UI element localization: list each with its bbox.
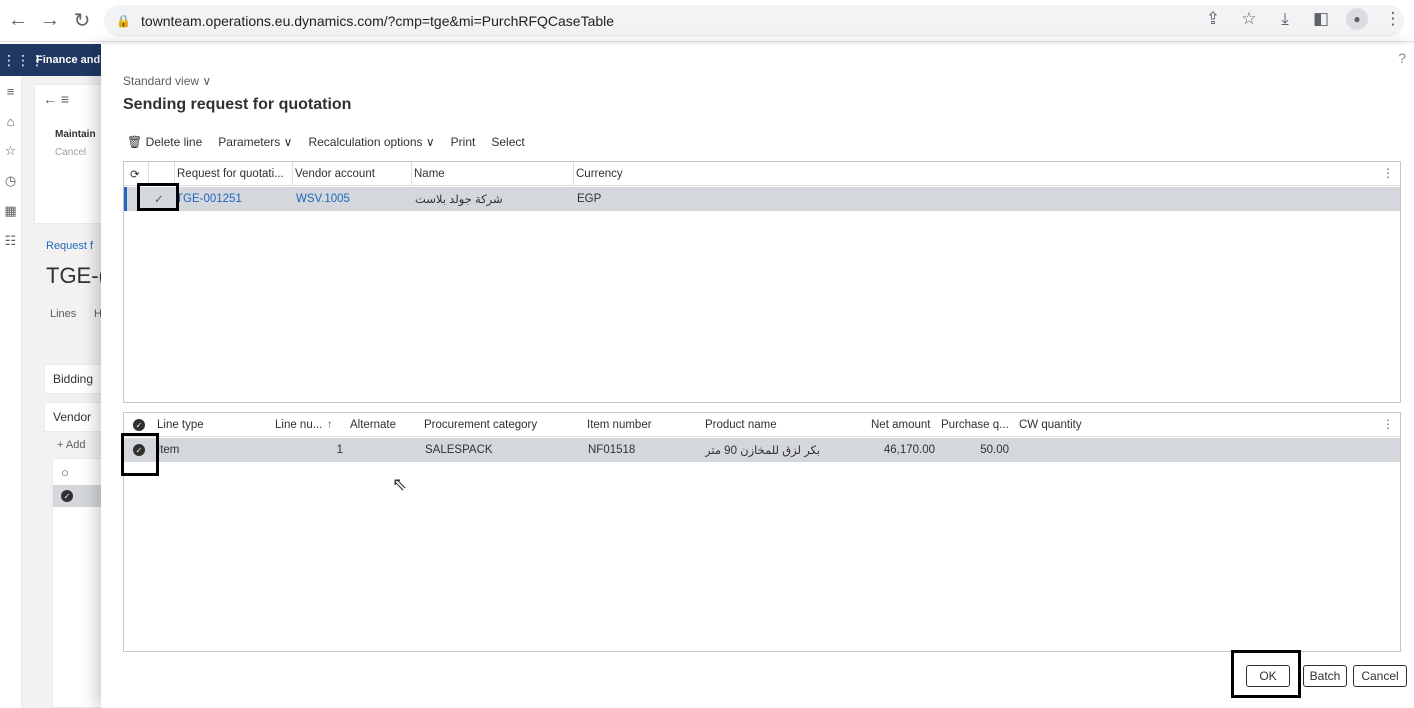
download-icon[interactable]: ⤓ — [1274, 9, 1296, 29]
dialog-title: Sending request for quotation — [123, 96, 352, 113]
col-procurement-category[interactable]: Procurement category — [424, 413, 579, 437]
col-item-number[interactable]: Item number — [587, 413, 697, 437]
rfq-send-dialog: ? Standard view ∨ Sending request for qu… — [101, 44, 1414, 708]
line-number: 1 — [336, 444, 343, 456]
parameters-button[interactable]: Parameters ∨ — [218, 135, 292, 149]
parameters-label: Parameters — [218, 135, 281, 149]
star-icon[interactable]: ☆ — [1238, 9, 1260, 29]
background-actionpane: ← ≡ Maintain Cancel — [34, 84, 102, 224]
recalculation-label: Recalculation options — [308, 135, 423, 149]
col-cw-quantity[interactable]: CW quantity — [1019, 413, 1099, 437]
menu-icon[interactable]: ⋮ — [1382, 9, 1404, 29]
col-net-amount[interactable]: Net amount — [871, 413, 939, 437]
view-selector-label: Standard view — [123, 74, 200, 88]
procurement-category: SALESPACK — [425, 444, 493, 456]
col-name[interactable]: Name — [411, 162, 573, 186]
view-selector[interactable]: Standard view ∨ — [123, 74, 211, 88]
chevron-down-icon: ∨ — [202, 74, 212, 88]
col-alternate[interactable]: Alternate — [350, 413, 420, 437]
reload-icon[interactable]: ↻ — [68, 7, 96, 35]
col-product-name[interactable]: Product name — [705, 413, 865, 437]
back-arrow-icon[interactable]: ← ≡ — [43, 91, 69, 107]
table-row[interactable]: ✓ Item 1 SALESPACK NF01518 بكر لزق للمخا… — [124, 438, 1400, 462]
lines-grid: ✓ Line type Line nu... ↑ Alternate Procu… — [123, 412, 1401, 652]
lock-icon: 🔒 — [116, 14, 131, 28]
vendor-account-link[interactable]: WSV.1005 — [296, 187, 410, 211]
delete-line-button[interactable]: 🗑 Delete line — [127, 135, 202, 149]
rfq-grid: ⟳ Request for quotati... Vendor account … — [123, 161, 1401, 403]
section-bidding[interactable]: Bidding — [44, 364, 102, 394]
rfq-grid-header: ⟳ Request for quotati... Vendor account … — [124, 162, 1400, 186]
col-vendor-account[interactable]: Vendor account — [292, 162, 410, 186]
delete-line-label: Delete line — [145, 135, 203, 149]
alternate — [350, 438, 420, 462]
recalculation-options-button[interactable]: Recalculation options ∨ — [308, 135, 434, 149]
section-vendor[interactable]: Vendor — [44, 402, 102, 432]
workspaces-icon[interactable]: ▦ — [0, 196, 21, 226]
breadcrumb[interactable]: Request f — [46, 240, 93, 252]
browser-actions: ⇪ ☆ ⤓ ◧ ● ⋮ — [1202, 8, 1404, 30]
table-row[interactable]: ✓ TGE-001251 WSV.1005 شركة جولد بلاست EG… — [124, 187, 1400, 211]
line-type: Item — [157, 444, 180, 456]
purchase-qty: 50.00 — [980, 444, 1009, 456]
trash-icon: 🗑 — [127, 135, 143, 149]
app-name: Finance and — [36, 54, 101, 66]
item-number: NF01518 — [588, 444, 636, 456]
dialog-toolbar: 🗑 Delete line Parameters ∨ Recalculation… — [127, 135, 525, 149]
app-launcher-icon[interactable]: ⋮⋮⋮ — [2, 52, 44, 69]
lines-grid-header: ✓ Line type Line nu... ↑ Alternate Procu… — [124, 413, 1400, 437]
radio-icon[interactable]: ○ — [61, 465, 69, 480]
select-button[interactable]: Select — [491, 135, 524, 149]
forward-icon[interactable]: → — [36, 7, 64, 35]
app-header: ⋮⋮⋮ Finance and — [0, 44, 110, 76]
record-title: TGE-( — [46, 263, 106, 288]
annotation-highlight — [121, 433, 159, 476]
hamburger-icon[interactable]: ≡ — [0, 76, 21, 106]
cancel-button[interactable]: Cancel — [1353, 665, 1407, 687]
currency: EGP — [577, 193, 602, 205]
chevron-down-icon: ∨ — [425, 135, 435, 149]
row-indicator — [124, 187, 127, 211]
col-line-number[interactable]: Line nu... — [275, 413, 325, 437]
chevron-down-icon: ∨ — [283, 135, 293, 149]
browser-toolbar: ← → ↻ 🔒 townteam.operations.eu.dynamics.… — [0, 0, 1414, 42]
mouse-cursor-icon: ⇖ — [392, 474, 408, 494]
check-icon: ✓ — [61, 490, 73, 502]
more-options-icon[interactable]: ⋮ — [1382, 166, 1394, 180]
rfq-link[interactable]: TGE-001251 — [176, 187, 292, 211]
ok-button[interactable]: OK — [1246, 665, 1290, 687]
more-options-icon[interactable]: ⋮ — [1382, 417, 1394, 431]
nav-rail: ≡ ⌂ ☆ ◷ ▦ ☷ — [0, 76, 22, 708]
sort-ascending-icon: ↑ — [327, 419, 333, 431]
col-purchase-qty[interactable]: Purchase q... — [941, 413, 1013, 437]
url-text: townteam.operations.eu.dynamics.com/?cmp… — [140, 13, 615, 29]
favorites-icon[interactable]: ☆ — [0, 136, 21, 166]
annotation-highlight — [137, 183, 179, 211]
maintain-label: Maintain — [55, 129, 96, 140]
tab-lines[interactable]: Lines — [50, 308, 76, 320]
batch-button[interactable]: Batch — [1303, 665, 1347, 687]
sidepanel-icon[interactable]: ◧ — [1310, 9, 1332, 29]
check-icon: ✓ — [133, 419, 145, 431]
col-currency[interactable]: Currency — [573, 162, 773, 186]
background-grid: + Add ○ ✓ — [52, 439, 103, 708]
back-icon[interactable]: ← — [4, 7, 32, 35]
cancel-label: Cancel — [55, 147, 87, 158]
share-icon[interactable]: ⇪ — [1202, 9, 1224, 29]
col-rfq[interactable]: Request for quotati... — [174, 162, 292, 186]
help-icon[interactable]: ? — [1398, 50, 1406, 66]
add-button[interactable]: + Add — [57, 439, 85, 451]
modules-icon[interactable]: ☷ — [0, 226, 21, 256]
net-amount: 46,170.00 — [883, 444, 935, 456]
recent-icon[interactable]: ◷ — [0, 166, 21, 196]
background-selected-row[interactable]: ✓ — [53, 485, 103, 507]
col-line-type[interactable]: Line type — [157, 413, 267, 437]
cw-quantity — [1019, 438, 1099, 462]
print-button[interactable]: Print — [451, 135, 476, 149]
vendor-name: شركة جولد بلاست — [415, 194, 503, 206]
product-name: بكر لزق للمخازن 90 متر — [705, 445, 821, 457]
home-icon[interactable]: ⌂ — [0, 106, 21, 136]
profile-icon[interactable]: ● — [1346, 8, 1368, 30]
